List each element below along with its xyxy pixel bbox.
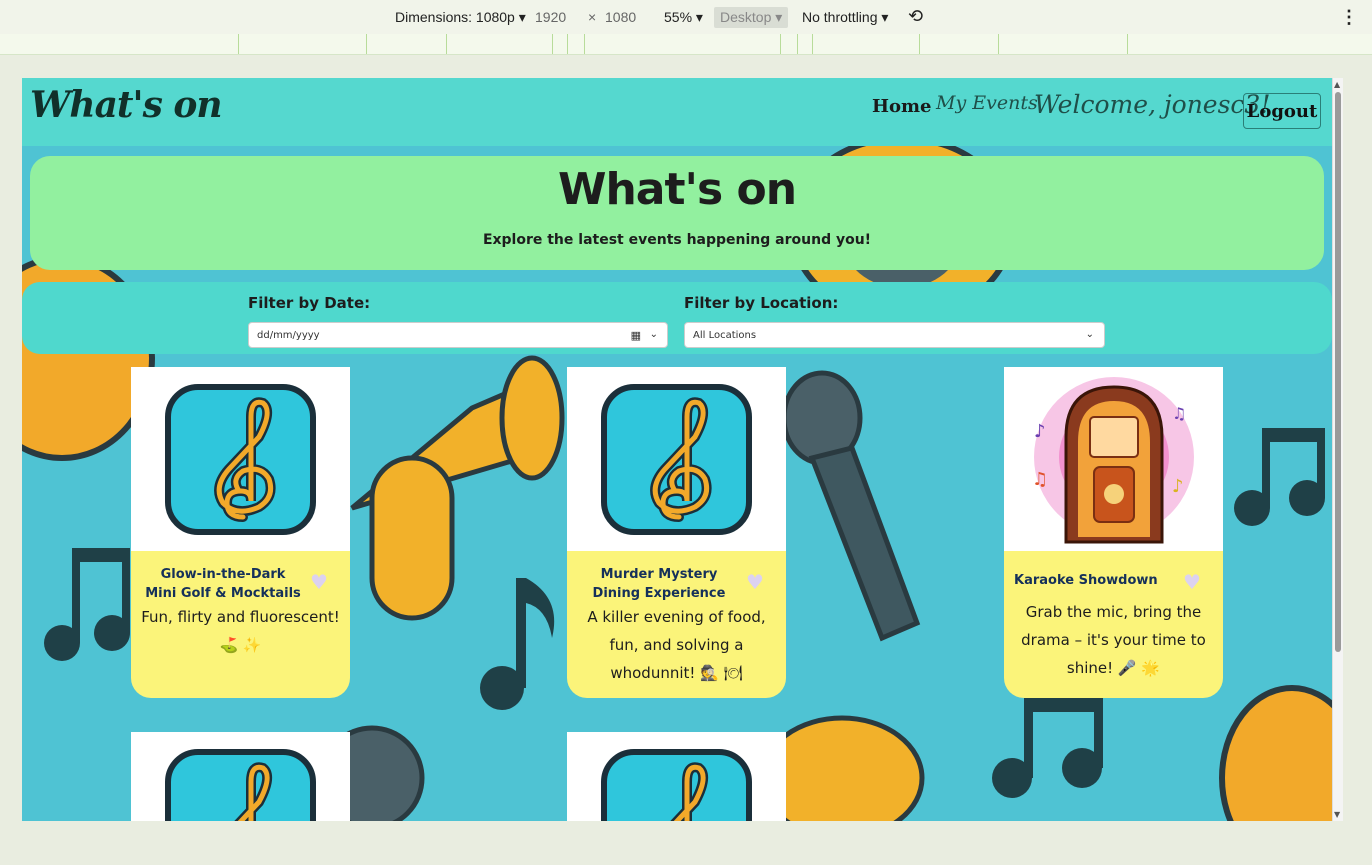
event-description: Fun, flirty and fluorescent! ⛳ ✨ xyxy=(141,608,340,654)
scroll-down-arrow-icon[interactable]: ▼ xyxy=(1334,810,1340,819)
treble-clef-icon xyxy=(165,384,316,535)
treble-clef-icon xyxy=(165,749,316,821)
page-title: What's on xyxy=(557,164,797,215)
chevron-down-icon[interactable]: ⌄ xyxy=(650,329,658,340)
favorite-heart-icon[interactable]: ♥ xyxy=(308,571,330,593)
filter-bar: Filter by Date: dd/mm/yyyy ▦ ⌄ Filter by… xyxy=(22,282,1332,354)
chevron-down-icon: ⌄ xyxy=(1085,329,1094,340)
throttling-dropdown[interactable]: No throttling ▾ xyxy=(802,9,888,26)
svg-text:♪: ♪ xyxy=(1172,476,1184,497)
zoom-dropdown[interactable]: 55% ▾ xyxy=(664,9,703,26)
width-input[interactable]: 1920 xyxy=(535,9,566,25)
event-image: ♪ ♫ ♫ ♪ xyxy=(1004,367,1223,551)
event-title[interactable]: Karaoke Showdown xyxy=(1014,571,1174,590)
page-scrollbar[interactable]: ▲ ▼ xyxy=(1332,78,1343,821)
event-card[interactable] xyxy=(567,732,786,821)
treble-clef-icon xyxy=(601,749,752,821)
event-card[interactable]: Glow-in-the-Dark Mini Golf & Mocktails ♥… xyxy=(131,367,350,698)
calendar-icon[interactable]: ▦ xyxy=(631,329,641,342)
media-query-ruler xyxy=(0,34,1372,55)
svg-text:♫: ♫ xyxy=(1032,469,1048,490)
svg-text:♫: ♫ xyxy=(1172,404,1186,423)
logout-button[interactable]: Logout xyxy=(1243,93,1321,129)
date-placeholder: dd/mm/yyyy xyxy=(257,330,320,341)
dimensions-dropdown[interactable]: Dimensions: 1080p ▾ xyxy=(395,9,526,26)
rotate-icon[interactable]: ⟲ xyxy=(908,6,923,27)
treble-clef-icon xyxy=(601,384,752,535)
event-description: Grab the mic, bring the drama – it's you… xyxy=(1021,603,1206,677)
location-filter-select[interactable]: All Locations ⌄ xyxy=(684,322,1105,348)
scroll-up-arrow-icon[interactable]: ▲ xyxy=(1334,80,1340,89)
event-image xyxy=(567,367,786,551)
height-input[interactable]: 1080 xyxy=(605,9,636,25)
location-filter-label: Filter by Location: xyxy=(684,294,839,312)
more-options-icon[interactable]: ⋮ xyxy=(1340,7,1358,28)
date-filter-input[interactable]: dd/mm/yyyy ▦ ⌄ xyxy=(248,322,668,348)
event-image xyxy=(131,367,350,551)
event-title[interactable]: Murder Mystery Dining Experience xyxy=(579,565,739,603)
devtools-device-toolbar: Dimensions: 1080p ▾ 1920 × 1080 55% ▾ De… xyxy=(0,0,1372,35)
event-title[interactable]: Glow-in-the-Dark Mini Golf & Mocktails xyxy=(143,565,303,603)
page-subtitle: Explore the latest events happening arou… xyxy=(482,232,872,248)
nav-my-events-link[interactable]: My Events xyxy=(936,92,1038,114)
favorite-heart-icon[interactable]: ♥ xyxy=(1181,571,1203,593)
nav-home-link[interactable]: Home xyxy=(872,96,932,117)
svg-text:♪: ♪ xyxy=(1034,421,1046,442)
page-viewport: What's on Home My Events Welcome, jonesc… xyxy=(22,78,1332,821)
event-card[interactable]: Murder Mystery Dining Experience ♥ A kil… xyxy=(567,367,786,698)
date-filter-label: Filter by Date: xyxy=(248,294,371,312)
event-card[interactable] xyxy=(131,732,350,821)
hero-banner: What's on Explore the latest events happ… xyxy=(30,156,1324,270)
scrollbar-thumb[interactable] xyxy=(1335,92,1341,652)
welcome-message: Welcome, jonesc3! xyxy=(1034,90,1271,119)
device-mode-dropdown[interactable]: Desktop ▾ xyxy=(714,7,789,28)
location-selected-value: All Locations xyxy=(693,330,757,341)
brand-logo[interactable]: What's on xyxy=(30,84,223,126)
event-card[interactable]: ♪ ♫ ♫ ♪ Karaoke Showdown ♥ Grab the mic,… xyxy=(1004,367,1223,698)
times-sign: × xyxy=(588,9,597,25)
site-navbar: What's on Home My Events Welcome, jonesc… xyxy=(22,78,1332,146)
jukebox-image: ♪ ♫ ♫ ♪ xyxy=(1032,377,1194,544)
event-description: A killer evening of food, fun, and solvi… xyxy=(587,608,766,682)
favorite-heart-icon[interactable]: ♥ xyxy=(744,571,766,593)
